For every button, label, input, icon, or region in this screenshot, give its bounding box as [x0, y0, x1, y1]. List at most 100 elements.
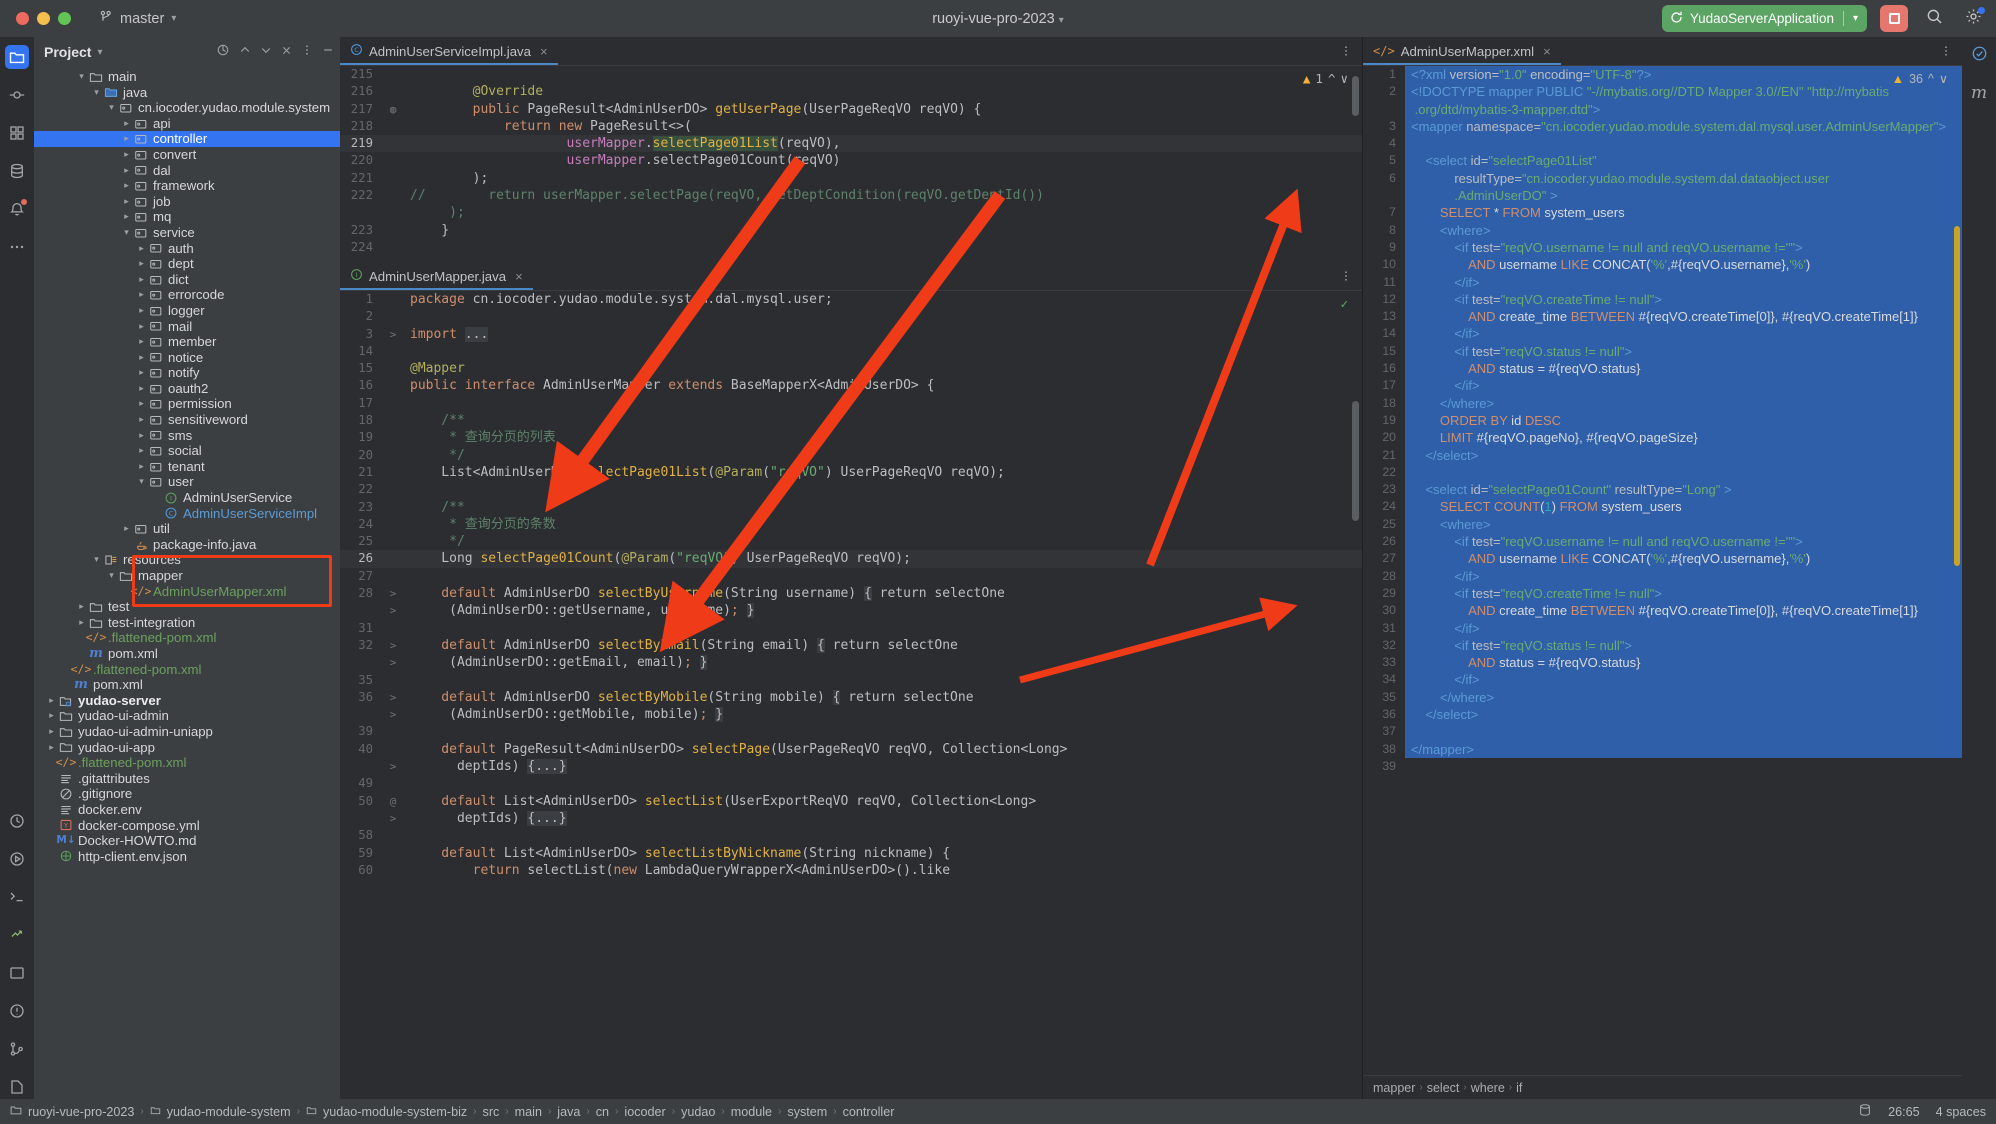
chevron-down-icon[interactable]: ▾ [135, 474, 148, 490]
tree-row--flattened-pom-xml[interactable]: </>.flattened-pom.xml [34, 662, 340, 678]
tree-row-mq[interactable]: ▸mq [34, 209, 340, 225]
gutter-marker[interactable] [382, 66, 404, 83]
tree-row-yudao-server[interactable]: ▸yudao-server [34, 693, 340, 709]
xml-code-line[interactable]: 4 [1363, 135, 1962, 152]
tree-row--flattened-pom-xml[interactable]: </>.flattened-pom.xml [34, 755, 340, 771]
close-tab-icon[interactable]: × [515, 269, 523, 284]
caret-position[interactable]: 26:65 [1888, 1105, 1920, 1119]
xml-code-line[interactable]: 11 </if> [1363, 274, 1962, 291]
gutter-marker[interactable]: > [382, 706, 404, 723]
status-crumb-main[interactable]: main [515, 1105, 542, 1119]
chevron-right-icon[interactable]: ▸ [45, 693, 58, 709]
code-line[interactable]: 218 return new PageResult<>( [340, 118, 1362, 135]
gutter-marker[interactable] [382, 516, 404, 533]
gutter-marker[interactable] [382, 360, 404, 377]
xml-code-line[interactable]: 30 AND create_time BETWEEN #{reqVO.creat… [1363, 602, 1962, 619]
chevron-right-icon[interactable]: ▸ [135, 428, 148, 444]
gutter-marker[interactable] [382, 620, 404, 637]
chevron-down-icon[interactable]: ▾ [75, 69, 88, 85]
sidebar-item-git[interactable] [5, 1037, 29, 1061]
more-options-icon[interactable] [301, 43, 313, 61]
chevron-down-icon[interactable]: ▾ [171, 13, 176, 24]
code-line[interactable]: 19 * 查询分页的列表 [340, 429, 1362, 446]
tree-row-tenant[interactable]: ▸tenant [34, 459, 340, 475]
xml-code-line[interactable]: 3<mapper namespace="cn.iocoder.yudao.mod… [1363, 118, 1962, 135]
xml-code-line[interactable]: 12 <if test="reqVO.createTime != null"> [1363, 291, 1962, 308]
code-line[interactable]: 20 */ [340, 447, 1362, 464]
gutter-marker[interactable] [382, 723, 404, 740]
xml-code-line[interactable]: 1<?xml version="1.0" encoding="UTF-8"?> [1363, 66, 1962, 83]
collapse-all-icon[interactable] [260, 43, 272, 61]
status-crumb-controller[interactable]: controller [843, 1105, 895, 1119]
tree-row-dept[interactable]: ▸dept [34, 256, 340, 272]
status-crumb-iocoder[interactable]: iocoder [624, 1105, 665, 1119]
tree-row-dict[interactable]: ▸dict [34, 272, 340, 288]
tree-row-java[interactable]: ▾java [34, 85, 340, 101]
editor-adminusermapper[interactable]: ✓ 1package cn.iocoder.yudao.module.syste… [340, 291, 1362, 1099]
chevron-right-icon[interactable]: ▸ [45, 724, 58, 740]
chevron-right-icon[interactable]: ▸ [120, 178, 133, 194]
tree-row-convert[interactable]: ▸convert [34, 147, 340, 163]
gutter-marker[interactable] [382, 481, 404, 498]
editor-adminusermapper-xml[interactable]: ▲ 36 ^ ∨ 1<?xml version="1.0" encoding="… [1363, 66, 1962, 1075]
code-line[interactable]: 18 /** [340, 412, 1362, 429]
chevron-right-icon[interactable]: ▸ [135, 319, 148, 335]
close-project-panel-icon[interactable] [281, 43, 292, 61]
gutter-marker[interactable] [382, 464, 404, 481]
code-line[interactable]: 221 ); [340, 170, 1362, 187]
chevron-right-icon[interactable]: ▸ [135, 287, 148, 303]
status-crumb-yudao[interactable]: yudao [681, 1105, 715, 1119]
sidebar-item-problems[interactable] [5, 999, 29, 1023]
code-line[interactable]: 217◍ public PageResult<AdminUserDO> getU… [340, 101, 1362, 118]
breadcrumb-item-where[interactable]: where [1471, 1081, 1505, 1095]
gutter-marker[interactable]: > [382, 654, 404, 671]
gutter-marker[interactable] [382, 845, 404, 862]
status-crumb-module[interactable]: module [731, 1105, 772, 1119]
code-line[interactable]: 31 [340, 620, 1362, 637]
code-line[interactable]: ); [340, 204, 1362, 221]
gutter-marker[interactable]: > [382, 758, 404, 775]
chevron-right-icon[interactable]: ▸ [135, 443, 148, 459]
chevron-right-icon[interactable]: ▸ [120, 521, 133, 537]
tree-row-resources[interactable]: ▾resources [34, 552, 340, 568]
chevron-right-icon[interactable]: ▸ [135, 396, 148, 412]
code-line[interactable]: 224 [340, 239, 1362, 256]
tree-row-package-info-java[interactable]: package-info.java [34, 537, 340, 553]
tree-row-docker-env[interactable]: docker.env [34, 802, 340, 818]
tree-row-notice[interactable]: ▸notice [34, 350, 340, 366]
xml-breadcrumb[interactable]: mapper›select›where›if [1363, 1075, 1962, 1099]
sidebar-item-structure[interactable] [5, 121, 29, 145]
sidebar-item-files[interactable] [5, 1075, 29, 1099]
xml-code-line[interactable]: 26 <if test="reqVO.username != null and … [1363, 533, 1962, 550]
status-crumb-src[interactable]: src [483, 1105, 500, 1119]
xml-code-line[interactable]: 36 </select> [1363, 706, 1962, 723]
run-config-chevron-down-icon[interactable]: ▾ [1853, 13, 1858, 24]
gutter-marker[interactable] [382, 775, 404, 792]
editor-tab-options-top[interactable] [1340, 37, 1362, 65]
xml-code-line[interactable]: 10 AND username LIKE CONCAT('%',#{reqVO.… [1363, 256, 1962, 273]
tree-row-yudao-ui-admin-uniapp[interactable]: ▸yudao-ui-admin-uniapp [34, 724, 340, 740]
chevron-right-icon[interactable]: ▸ [120, 147, 133, 163]
xml-code-line[interactable]: 23 <select id="selectPage01Count" result… [1363, 481, 1962, 498]
project-file-tree[interactable]: ▾main▾java▾cn.iocoder.yudao.module.syste… [34, 67, 340, 1099]
gutter-marker[interactable]: > [382, 326, 404, 343]
tree-row-notify[interactable]: ▸notify [34, 365, 340, 381]
xml-code-line[interactable]: 19 ORDER BY id DESC [1363, 412, 1962, 429]
tree-row-adminuserservice[interactable]: IAdminUserService [34, 490, 340, 506]
sidebar-item-maven[interactable]: m [1971, 83, 1987, 103]
code-line[interactable]: > (AdminUserDO::getEmail, email); } [340, 654, 1362, 671]
tree-row-yudao-ui-admin[interactable]: ▸yudao-ui-admin [34, 708, 340, 724]
xml-code-line[interactable]: 37 [1363, 723, 1962, 740]
gutter-marker[interactable]: > [382, 689, 404, 706]
breadcrumb-item-mapper[interactable]: mapper [1373, 1081, 1415, 1095]
git-branch-selector[interactable]: master ▾ [99, 10, 176, 28]
window-controls[interactable] [16, 12, 71, 25]
code-line[interactable]: 215 [340, 66, 1362, 83]
chevron-right-icon[interactable]: ▸ [135, 381, 148, 397]
xml-code-line[interactable]: 15 <if test="reqVO.status != null"> [1363, 343, 1962, 360]
sidebar-item-run[interactable] [5, 847, 29, 871]
breadcrumb-item-select[interactable]: select [1427, 1081, 1460, 1095]
sidebar-item-ai-assistant[interactable] [1971, 45, 1988, 67]
code-line[interactable]: > (AdminUserDO::getMobile, mobile); } [340, 706, 1362, 723]
xml-code-line[interactable]: 27 AND username LIKE CONCAT('%',#{reqVO.… [1363, 550, 1962, 567]
